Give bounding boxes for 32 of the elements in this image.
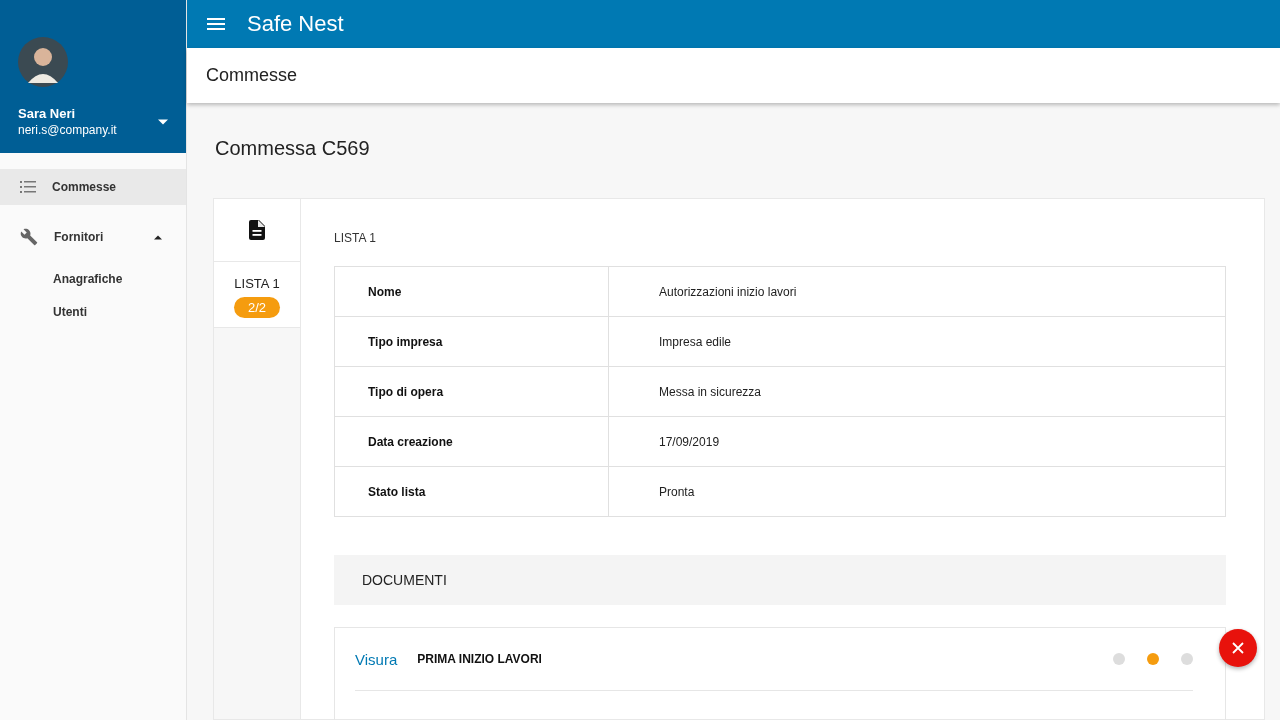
field-value: 17/09/2019 [658,433,721,451]
field-label: Data creazione [335,417,609,466]
nav-subitem[interactable]: Utenti [0,302,186,335]
avatar [18,37,68,87]
field-label: Tipo di opera [335,367,609,416]
app-title: Safe Nest [247,10,344,37]
wrench-icon [20,228,38,246]
list-tab[interactable]: LISTA 1 2/2 [214,262,300,328]
field-value: Autorizzazioni inizio lavori [658,283,798,301]
document-name: PRIMA INIZIO LAVORI [417,652,543,666]
close-icon [1232,642,1244,654]
nav-item[interactable]: Fornitori [0,219,186,255]
list-icon [20,180,36,194]
field-label: Nome [335,267,609,316]
nav-subitem[interactable]: Anagrafiche [0,269,186,302]
user-email: neri.s@company.it [18,123,117,137]
field-value: Messa in sicurezza [658,383,763,401]
field-value: Impresa edile [658,333,733,351]
document-type-link[interactable]: Visura [355,650,398,668]
user-name: Sara Neri [18,106,77,121]
nav-item[interactable]: Commesse [0,169,186,205]
field-label: Stato lista [335,467,609,516]
document-icon [249,220,265,240]
documents-title: DOCUMENTI [362,572,447,588]
count-badge: 2/2 [233,297,281,318]
field-value: Pronta [658,483,696,501]
list-title: LISTA 1 [334,231,377,245]
menu-icon[interactable] [207,17,225,30]
page-title: Commessa C569 [215,137,371,160]
section-title: Commesse [206,64,298,86]
field-label: Tipo impresa [335,317,609,366]
dropdown-caret-icon[interactable] [158,118,168,125]
